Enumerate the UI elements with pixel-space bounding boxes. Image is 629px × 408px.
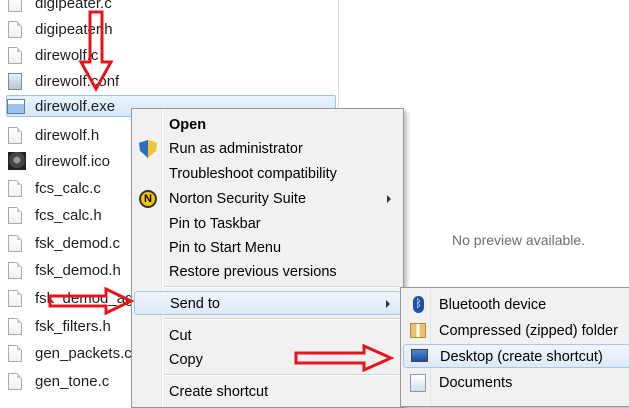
- file-row[interactable]: digipeater.c: [8, 0, 334, 14]
- submenu-label: Bluetooth device: [439, 297, 547, 313]
- menu-label: Pin to Start Menu: [169, 240, 282, 256]
- menu-label: Cut: [169, 328, 192, 344]
- menu-separator: [164, 374, 399, 375]
- menu-label: Send to: [170, 296, 220, 312]
- submenu-label: Desktop (create shortcut): [440, 349, 603, 365]
- submenu-arrow-icon: [386, 300, 390, 308]
- send-to-submenu: ᛒ Bluetooth device Compressed (zipped) fo…: [400, 287, 629, 407]
- send-to-compressed[interactable]: Compressed (zipped) folder: [403, 319, 629, 343]
- wolf-image-icon: [8, 152, 26, 170]
- file-icon: [8, 46, 22, 64]
- menu-pin-start[interactable]: Pin to Start Menu: [134, 236, 401, 260]
- menu-pin-taskbar[interactable]: Pin to Taskbar: [134, 212, 401, 236]
- menu-restore[interactable]: Restore previous versions: [134, 260, 401, 284]
- submenu-label: Documents: [439, 375, 513, 391]
- file-icon: [8, 126, 22, 144]
- file-name: fcs_calc.c: [35, 179, 101, 197]
- file-name: fsk_demod.h: [35, 261, 121, 279]
- exe-icon: [7, 98, 25, 114]
- zip-folder-icon: [410, 323, 426, 338]
- menu-open[interactable]: Open: [134, 113, 401, 137]
- norton-icon: N: [139, 190, 157, 208]
- menu-send-to[interactable]: Send to: [134, 291, 401, 315]
- annotation-arrow-right-icon: [48, 287, 134, 315]
- file-name: fsk_filters.h: [35, 317, 111, 335]
- bluetooth-icon: ᛒ: [413, 296, 424, 313]
- menu-create-shortcut[interactable]: Create shortcut: [134, 380, 401, 404]
- file-row[interactable]: digipeater.h: [8, 18, 334, 40]
- submenu-arrow-icon: [387, 195, 391, 203]
- menu-label: Troubleshoot compatibility: [169, 166, 337, 182]
- file-name: direwolf.ico: [35, 152, 111, 170]
- menu-label: Run as administrator: [169, 141, 303, 157]
- file-icon: [8, 289, 22, 307]
- menu-label: Restore previous versions: [169, 264, 337, 280]
- file-icon: [8, 0, 22, 12]
- menu-norton[interactable]: N Norton Security Suite: [134, 187, 401, 211]
- menu-label: Create shortcut: [169, 384, 269, 400]
- annotation-arrow-right-icon: [294, 344, 394, 372]
- file-icon: [8, 20, 22, 38]
- menu-separator: [164, 318, 399, 319]
- file-row[interactable]: direwolf.c: [8, 44, 334, 66]
- file-icon: [8, 372, 22, 390]
- menu-label: Open: [169, 117, 207, 133]
- file-icon: [8, 317, 22, 335]
- send-to-bluetooth[interactable]: ᛒ Bluetooth device: [403, 293, 629, 317]
- desktop-icon: [411, 349, 428, 362]
- file-icon: [8, 261, 22, 279]
- menu-separator: [164, 286, 399, 287]
- file-icon: [8, 179, 22, 197]
- uac-shield-icon: [139, 140, 157, 158]
- file-name: fsk_demod.c: [35, 234, 121, 252]
- file-icon: [8, 234, 22, 252]
- no-preview-message: No preview available.: [452, 232, 586, 248]
- file-name: direwolf.h: [35, 126, 100, 144]
- file-icon: [8, 344, 22, 362]
- file-name: gen_tone.c: [35, 372, 110, 390]
- file-row[interactable]: direwolf.conf: [8, 70, 334, 92]
- menu-label: Norton Security Suite: [169, 191, 307, 207]
- send-to-desktop[interactable]: Desktop (create shortcut): [403, 344, 629, 368]
- submenu-label: Compressed (zipped) folder: [439, 323, 618, 339]
- file-name: fcs_calc.h: [35, 206, 102, 224]
- config-file-icon: [8, 72, 22, 90]
- send-to-documents[interactable]: Documents: [403, 371, 629, 395]
- menu-run-as-admin[interactable]: Run as administrator: [134, 137, 401, 161]
- annotation-arrow-down-icon: [78, 10, 114, 92]
- menu-label: Copy: [169, 352, 203, 368]
- file-name: gen_packets.c: [35, 344, 132, 362]
- file-name: direwolf.exe: [35, 97, 116, 115]
- file-icon: [8, 206, 22, 224]
- documents-icon: [410, 374, 426, 392]
- menu-troubleshoot[interactable]: Troubleshoot compatibility: [134, 162, 401, 186]
- menu-label: Pin to Taskbar: [169, 216, 261, 232]
